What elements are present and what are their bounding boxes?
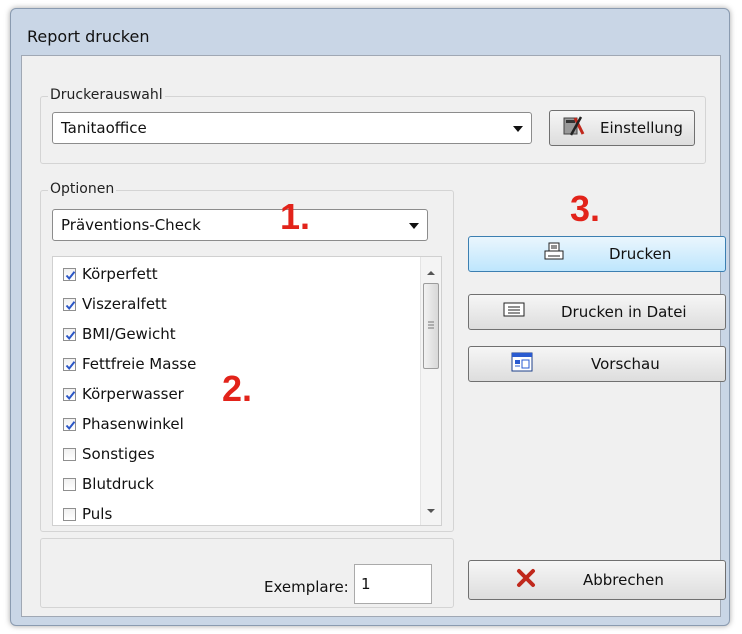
annotation-step-2: 2. <box>222 368 253 409</box>
checkbox-checked[interactable] <box>63 417 76 431</box>
cancel-label: Abbrechen <box>583 571 664 589</box>
checkbox-unchecked[interactable] <box>63 447 76 461</box>
scroll-up-icon[interactable] <box>421 265 441 281</box>
printer-select-value: Tanitaoffice <box>61 119 147 137</box>
option-item-label: Körperwasser <box>82 385 184 403</box>
option-item[interactable]: Körperwasser <box>63 383 184 405</box>
print-dialog-window: Report drucken Druckerauswahl Tanitaoffi… <box>10 8 730 626</box>
checkbox-unchecked[interactable] <box>63 507 76 521</box>
printer-group-label: Druckerauswahl <box>48 87 165 103</box>
chevron-down-icon <box>513 126 523 132</box>
printer-settings-label: Einstellung <box>600 119 683 137</box>
option-item[interactable]: BMI/Gewicht <box>63 323 176 345</box>
print-button[interactable]: Drucken <box>468 236 726 272</box>
option-item[interactable]: Viszeralfett <box>63 293 167 315</box>
copies-label: Exemplare: <box>264 578 349 596</box>
option-item-label: Phasenwinkel <box>82 415 184 433</box>
dialog-client-area: Druckerauswahl Tanitaoffice Einstellung … <box>21 55 726 617</box>
checkbox-checked[interactable] <box>63 357 76 371</box>
grip-icon <box>428 321 434 329</box>
scrollbar-thumb[interactable] <box>423 283 439 369</box>
checkbox-unchecked[interactable] <box>63 477 76 491</box>
option-item-label: Puls <box>82 505 113 523</box>
options-group-label: Optionen <box>48 181 117 197</box>
preview-icon <box>511 352 533 376</box>
option-item[interactable]: Fettfreie Masse <box>63 353 196 375</box>
window-title: Report drucken <box>27 27 150 46</box>
checkbox-checked[interactable] <box>63 267 76 281</box>
checkbox-checked[interactable] <box>63 327 76 341</box>
option-item-label: Sonstiges <box>82 445 155 463</box>
printer-settings-button[interactable]: Einstellung <box>549 110 695 146</box>
annotation-step-3: 3. <box>570 188 601 229</box>
checkbox-checked[interactable] <box>63 297 76 311</box>
tools-icon <box>562 114 586 142</box>
printer-select[interactable]: Tanitaoffice <box>52 112 532 144</box>
option-item[interactable]: Körperfett <box>63 263 158 285</box>
option-item[interactable]: Puls <box>63 503 112 525</box>
options-preset-value: Präventions-Check <box>61 216 201 234</box>
option-item[interactable]: Blutdruck <box>63 473 154 495</box>
option-item-label: Körperfett <box>82 265 158 283</box>
print-to-file-button[interactable]: Drucken in Datei <box>468 294 726 330</box>
chevron-down-icon <box>409 223 419 229</box>
cancel-button[interactable]: Abbrechen <box>468 560 726 600</box>
option-item-label: Viszeralfett <box>82 295 167 313</box>
options-preset-select[interactable]: Präventions-Check <box>52 209 428 241</box>
print-button-label: Drucken <box>609 245 672 263</box>
checkbox-checked[interactable] <box>63 387 76 401</box>
close-icon <box>515 567 537 593</box>
print-to-file-label: Drucken in Datei <box>561 303 687 321</box>
preview-label: Vorschau <box>591 355 660 373</box>
option-item-label: Blutdruck <box>82 475 154 493</box>
file-icon <box>503 301 525 323</box>
printer-icon <box>543 241 565 267</box>
copies-input[interactable]: 1 <box>354 564 432 604</box>
scroll-down-icon[interactable] <box>421 503 441 519</box>
option-item-label: Fettfreie Masse <box>82 355 197 373</box>
option-item[interactable]: Phasenwinkel <box>63 413 184 435</box>
preview-button[interactable]: Vorschau <box>468 346 726 382</box>
option-item[interactable]: Sonstiges <box>63 443 155 465</box>
options-scrollbar[interactable] <box>420 257 441 525</box>
option-item-label: BMI/Gewicht <box>82 325 176 343</box>
annotation-step-1: 1. <box>280 196 311 237</box>
